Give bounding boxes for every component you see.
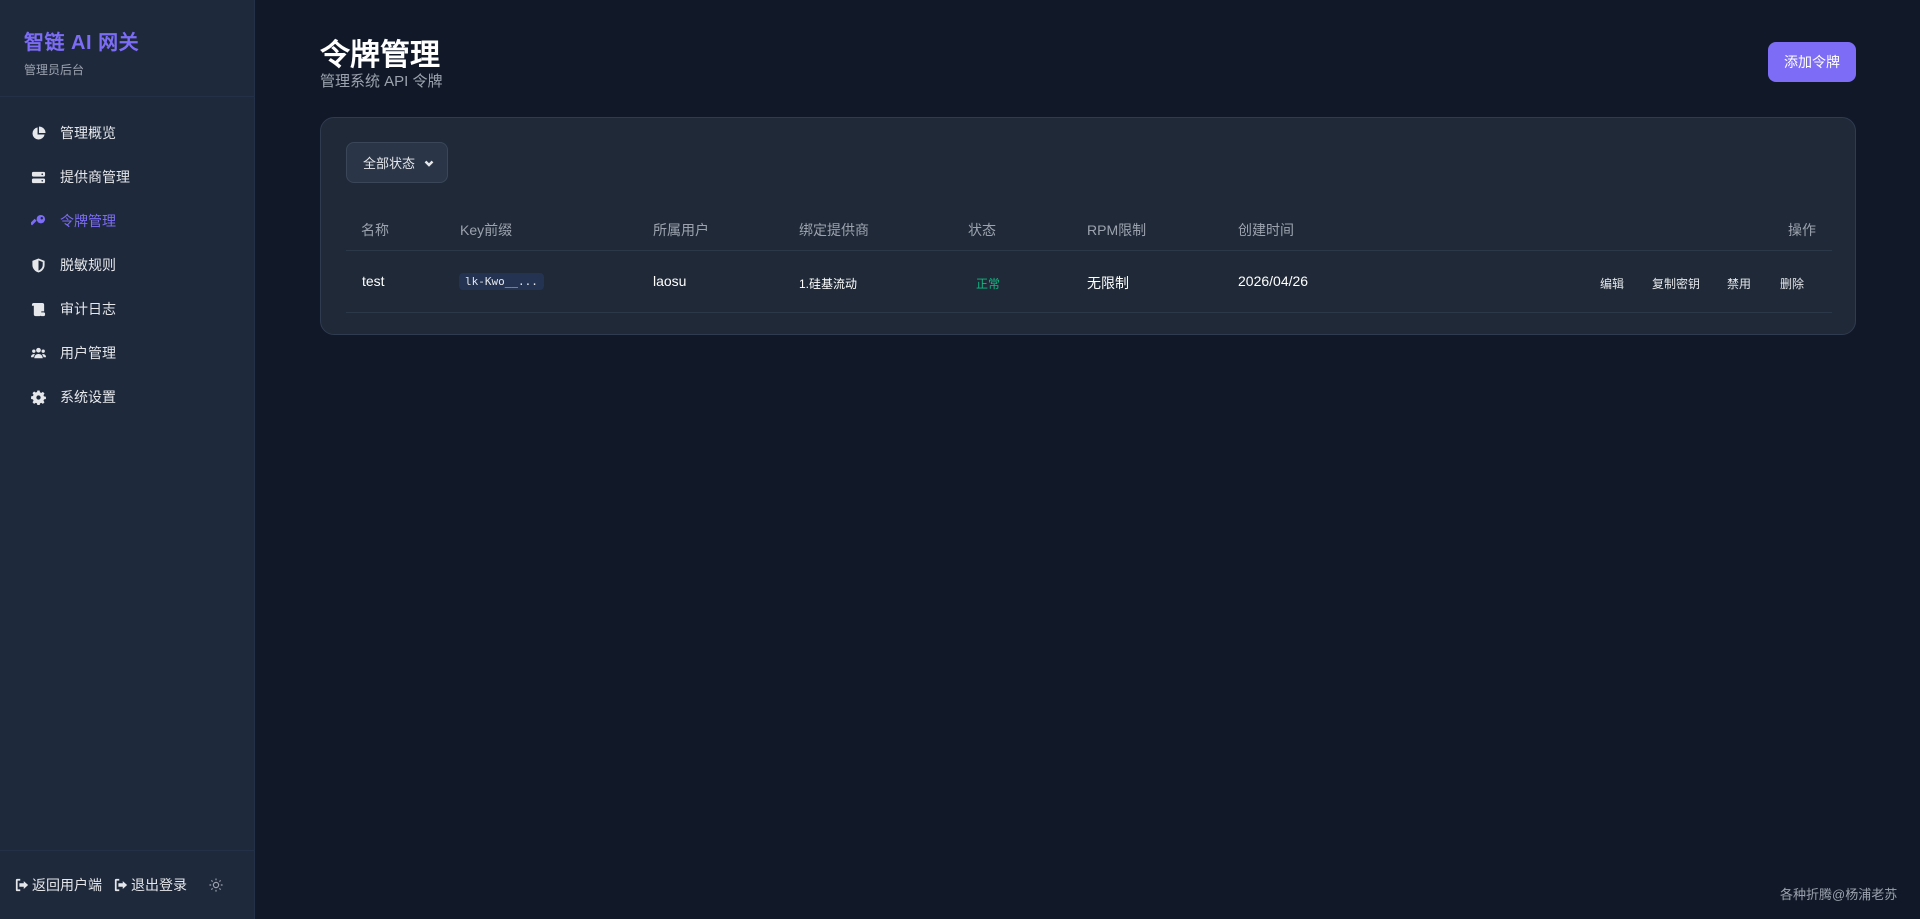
sidebar-item-settings[interactable]: 系统设置 [0, 375, 254, 419]
gear-icon [30, 389, 46, 405]
sidebar-item-label: 提供商管理 [60, 169, 130, 185]
back-to-user-link[interactable]: 返回用户端 [15, 875, 102, 895]
sidebar-item-label: 用户管理 [60, 345, 116, 361]
column-header-name: 名称 [361, 222, 389, 238]
column-header-created: 创建时间 [1238, 222, 1294, 238]
column-header-key-prefix: Key前缀 [460, 222, 513, 238]
token-provider: 1.硅基流动 [799, 277, 858, 291]
status-badge: 正常 [976, 277, 1001, 291]
edit-button[interactable]: 编辑 [1600, 275, 1624, 292]
column-header-provider: 绑定提供商 [799, 222, 869, 238]
sidebar-item-users[interactable]: 用户管理 [0, 331, 254, 375]
key-icon [30, 213, 46, 229]
add-token-button[interactable]: 添加令牌 [1768, 42, 1856, 82]
sidebar-item-overview[interactable]: 管理概览 [0, 111, 254, 155]
column-header-actions: 操作 [1788, 222, 1816, 238]
sidebar-nav: 管理概览 提供商管理 令牌管理 脱敏规则 审计日志 用户管理 系统设置 [0, 97, 254, 419]
watermark: 各种折腾@杨浦老苏 [1780, 887, 1898, 902]
sidebar-item-audit-log[interactable]: 审计日志 [0, 287, 254, 331]
status-filter-value: 全部状态 [363, 156, 416, 171]
page-subtitle: 管理系统 API 令牌 [320, 73, 443, 90]
logout-icon [114, 878, 128, 892]
sun-icon[interactable] [209, 878, 223, 892]
sidebar-item-tokens[interactable]: 令牌管理 [0, 199, 254, 243]
sidebar-item-masking-rules[interactable]: 脱敏规则 [0, 243, 254, 287]
logout-label: 退出登录 [131, 877, 187, 893]
token-created: 2026/04/26 [1238, 273, 1309, 289]
tokens-card: 全部状态 名称 Key前缀 所属用户 绑定提供商 状态 RPM限制 创建时间 操… [320, 117, 1856, 335]
sidebar-item-label: 审计日志 [60, 301, 116, 317]
logout-link[interactable]: 退出登录 [114, 875, 187, 895]
page-title: 令牌管理 [320, 39, 440, 72]
column-header-user: 所属用户 [653, 222, 709, 238]
sidebar-item-label: 系统设置 [60, 389, 116, 405]
sidebar-item-label: 令牌管理 [60, 213, 116, 229]
status-filter-select[interactable]: 全部状态 [346, 142, 448, 183]
token-rpm: 无限制 [1087, 275, 1129, 291]
token-name: test [362, 273, 385, 289]
sidebar-item-label: 脱敏规则 [60, 257, 116, 273]
column-header-rpm: RPM限制 [1087, 222, 1147, 238]
sidebar: 智链 AI 网关 管理员后台 管理概览 提供商管理 令牌管理 脱敏规则 审计日志… [0, 0, 255, 919]
brand-subtitle: 管理员后台 [24, 63, 85, 77]
table-row: test lk-Kwo__... laosu 1.硅基流动 正常 无限制 202… [346, 252, 1832, 313]
shield-icon [30, 257, 46, 273]
disable-button[interactable]: 禁用 [1727, 275, 1751, 292]
copy-key-button[interactable]: 复制密钥 [1652, 275, 1700, 292]
chevron-down-icon [424, 158, 434, 168]
delete-button[interactable]: 删除 [1780, 275, 1804, 292]
table-header: 名称 Key前缀 所属用户 绑定提供商 状态 RPM限制 创建时间 操作 [346, 208, 1832, 251]
sidebar-footer: 返回用户端 退出登录 [0, 850, 255, 919]
brand: 智链 AI 网关 管理员后台 [0, 0, 254, 97]
sign-out-icon [15, 878, 29, 892]
users-icon [30, 345, 46, 361]
sidebar-item-providers[interactable]: 提供商管理 [0, 155, 254, 199]
column-header-status: 状态 [968, 222, 996, 238]
server-icon [30, 169, 46, 185]
brand-title[interactable]: 智链 AI 网关 [24, 26, 230, 55]
back-to-user-label: 返回用户端 [32, 877, 102, 893]
pie-chart-icon [30, 125, 46, 141]
token-user: laosu [653, 273, 687, 289]
sidebar-item-label: 管理概览 [60, 125, 116, 141]
scroll-icon [30, 301, 46, 317]
key-prefix-code: lk-Kwo__... [459, 273, 544, 290]
